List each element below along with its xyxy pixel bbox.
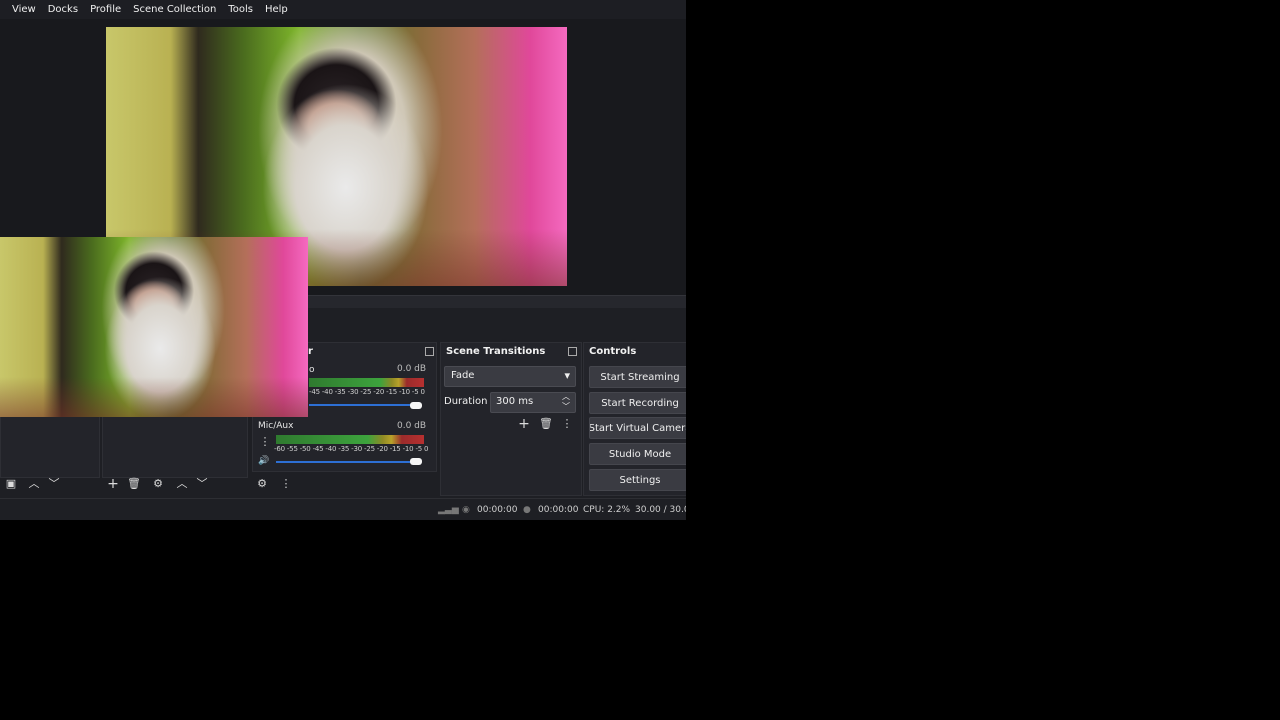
duration-down-icon[interactable]: ﹀ (562, 401, 570, 412)
start-streaming-button[interactable]: Start Streaming (589, 366, 686, 388)
source-move-up-icon[interactable]: ︿ (175, 477, 189, 491)
menu-profile[interactable]: Profile (84, 4, 127, 15)
mixer-channel-2-meter (276, 435, 424, 444)
menu-scene-collection[interactable]: Scene Collection (127, 4, 222, 15)
mixer-channel-1-db: 0.0 dB (397, 364, 427, 374)
source-add-icon[interactable]: + (106, 477, 120, 491)
transition-select-value: Fade (451, 370, 475, 381)
mixer-undock-icon[interactable] (425, 347, 434, 356)
mixer-channel-1-volume-slider[interactable] (309, 404, 415, 406)
scene-transitions-title: Scene Transitions (446, 345, 546, 357)
mixer-channel-2-menu-icon[interactable]: ⋮ (258, 435, 272, 449)
mixer-channel-1-meter (309, 378, 424, 387)
scene-move-up-icon[interactable]: ︿ (27, 477, 41, 491)
record-status-icon: ● (523, 505, 531, 515)
menu-tools[interactable]: Tools (222, 4, 259, 15)
mixer-channel-1-label: o (309, 365, 315, 375)
settings-button[interactable]: Settings (589, 469, 686, 491)
transition-remove-icon[interactable]: 🗑 (539, 417, 553, 431)
start-virtual-camera-button[interactable]: Start Virtual Camera (589, 417, 686, 439)
mixer-channel-2-label: Mic/Aux (258, 421, 294, 431)
menu-docks[interactable]: Docks (42, 4, 84, 15)
scene-move-down-icon[interactable]: ﹀ (47, 477, 61, 491)
mixer-advanced-settings-icon[interactable]: ⚙ (255, 477, 269, 491)
source-move-down-icon[interactable]: ﹀ (195, 477, 209, 491)
mixer-channel-2-scale: -60 -55 -50 -45 -40 -35 -30 -25 -20 -15 … (274, 445, 429, 453)
status-bar: ▂▃▅ ◉ 00:00:00 ● 00:00:00 CPU: 2.2% 30.0… (0, 498, 686, 520)
source-properties-icon[interactable]: ⚙ (151, 477, 165, 491)
transition-select[interactable]: Fade ▾ (444, 366, 576, 387)
menu-help[interactable]: Help (259, 4, 294, 15)
mixer-channel-2-volume-slider[interactable] (276, 461, 415, 463)
scenes-list[interactable] (0, 416, 100, 478)
stream-time: 00:00:00 (477, 505, 518, 515)
controls-title: Controls (589, 345, 637, 357)
chevron-down-icon: ▾ (564, 369, 570, 382)
duration-input[interactable]: 300 ms ︿ ﹀ (490, 392, 576, 413)
mixer-menu-icon[interactable]: ⋮ (279, 477, 293, 491)
cpu-usage: CPU: 2.2% (583, 505, 631, 515)
source-remove-icon[interactable]: 🗑 (127, 477, 141, 491)
duration-label: Duration (444, 396, 488, 407)
mixer-channel-2-mute-icon[interactable]: 🔊 (257, 454, 271, 468)
mixer-channel-1-scale: -45 -40 -35 -30 -25 -20 -15 -10 -5 0 (309, 388, 425, 396)
scene-filter-icon[interactable]: ▣ (4, 477, 18, 491)
sources-list[interactable] (102, 416, 248, 478)
mixer-channel-2-db: 0.0 dB (397, 421, 427, 431)
stream-status-icon: ◉ (462, 505, 470, 515)
menu-view[interactable]: View (0, 4, 42, 15)
floating-video-overlay[interactable] (0, 237, 308, 417)
record-time: 00:00:00 (538, 505, 579, 515)
transition-add-icon[interactable]: + (517, 417, 531, 431)
transition-menu-icon[interactable]: ⋮ (560, 417, 574, 431)
start-recording-button[interactable]: Start Recording (589, 392, 686, 414)
network-signal-icon: ▂▃▅ (438, 505, 459, 515)
fps-readout: 30.00 / 30.00 (635, 505, 686, 515)
transitions-undock-icon[interactable] (568, 347, 577, 356)
menu-bar: View Docks Profile Scene Collection Tool… (0, 0, 686, 19)
audio-mixer-title: r (308, 345, 313, 357)
duration-value: 300 ms (496, 396, 534, 407)
studio-mode-button[interactable]: Studio Mode (589, 443, 686, 465)
obs-window: View Docks Profile Scene Collection Tool… (0, 0, 686, 520)
mixer-channel-1-volume-knob[interactable] (410, 402, 422, 409)
mixer-channel-2-volume-knob[interactable] (410, 458, 422, 465)
